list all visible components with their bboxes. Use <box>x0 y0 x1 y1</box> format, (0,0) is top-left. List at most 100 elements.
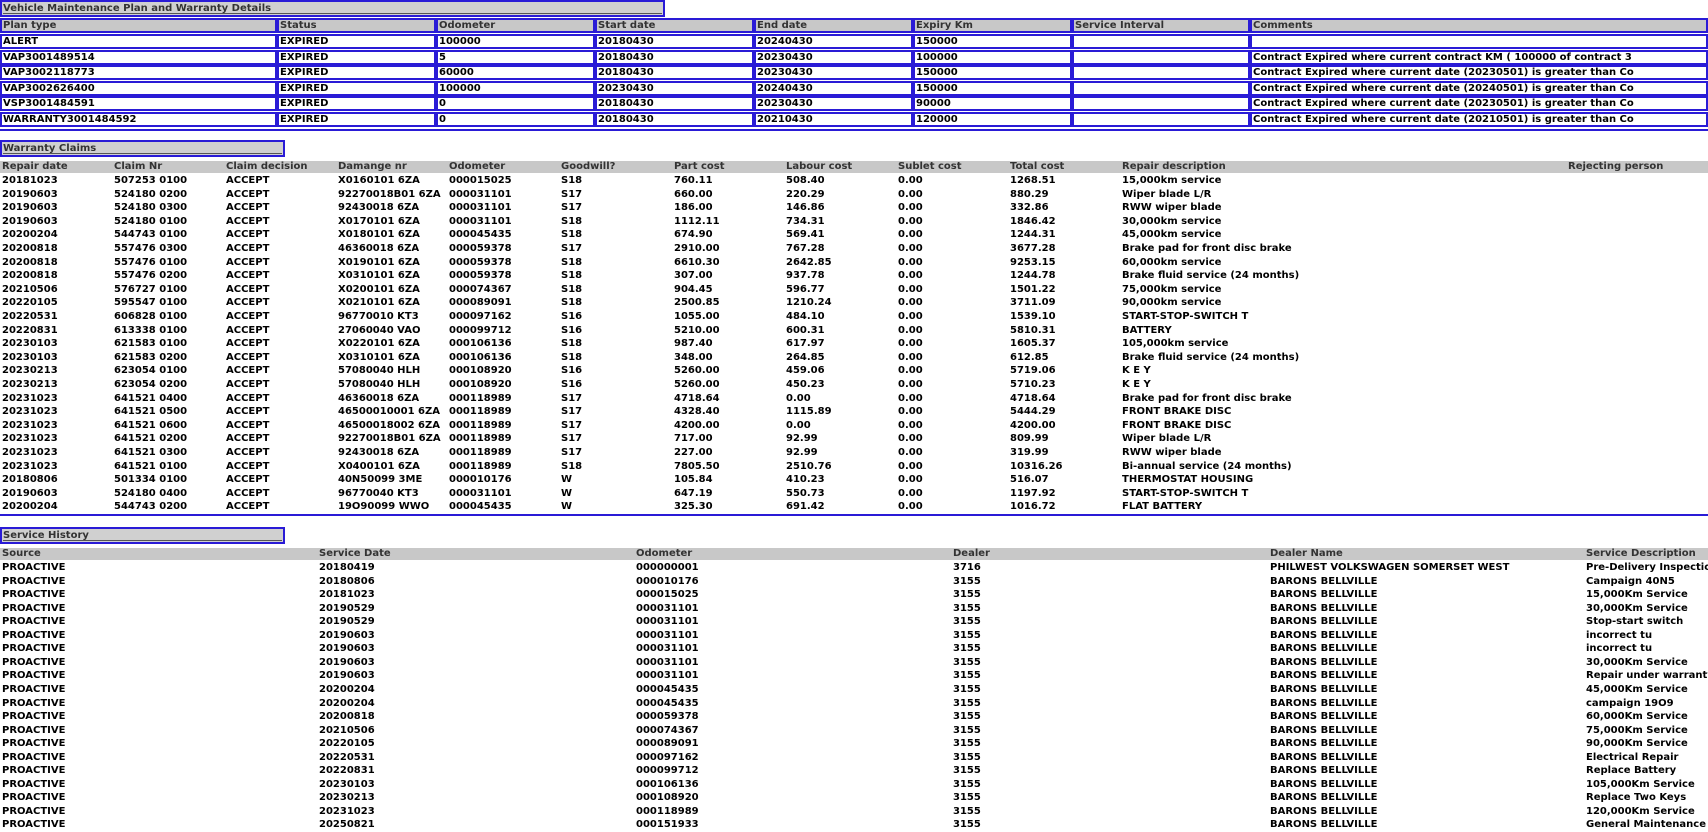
claims-row: 20210506 576727 0100 ACCEPT X0200101 6ZA 000… <box>0 283 1708 296</box>
claims-cell: S17 <box>561 406 583 418</box>
claims-cell: 46360018 6ZA <box>338 243 420 254</box>
plan-header-4: End date <box>754 18 913 33</box>
claims-cell: 3711.09 <box>1010 297 1056 309</box>
claims-cell: 508.40 <box>786 175 825 186</box>
claims-cell: 000118989 <box>449 392 512 404</box>
plan-cell: 20230430 <box>754 65 913 81</box>
history-cell: PROACTIVE <box>2 616 66 628</box>
claims-cell: 20231023 <box>2 406 58 418</box>
claims-cell: 606828 0100 <box>114 311 188 322</box>
claims-row: 20200818 557476 0200 ACCEPT X0310101 6ZA 000… <box>0 269 1708 282</box>
claims-cell: 0.00 <box>898 229 923 241</box>
history-cell: 3155 <box>953 724 981 736</box>
plan-cell: Contract Expired where current date (202… <box>1250 80 1708 96</box>
history-cell: 000010176 <box>636 575 699 587</box>
claims-cell: 809.99 <box>1010 433 1049 445</box>
history-row: PROACTIVE 20220831 000099712 3155 BARONS BEL… <box>0 764 1708 777</box>
claims-cell: 0.00 <box>898 270 923 282</box>
claims-cell: 6610.30 <box>674 256 720 268</box>
plan-cell: 20230430 <box>754 49 913 65</box>
claims-cell: W <box>561 501 573 513</box>
claims-row: 20231023 641521 0400 ACCEPT 46360018 6ZA 000… <box>0 392 1708 405</box>
claims-cell: 186.00 <box>674 202 713 214</box>
history-cell: BARONS BELLVILLE <box>1270 602 1378 614</box>
claims-cell: ACCEPT <box>226 324 270 336</box>
claims-cell: 5260.00 <box>674 379 720 390</box>
plan-cell: Contract Expired where current date (202… <box>1250 65 1708 81</box>
history-cell: 20230213 <box>319 792 375 804</box>
claims-cell: 550.73 <box>786 487 825 499</box>
claims-cell: 4200.00 <box>1010 419 1056 431</box>
plan-header-6: Service Interval <box>1072 18 1250 33</box>
claims-cell: 450.23 <box>786 379 825 390</box>
history-cell: 000089091 <box>636 738 699 750</box>
claims-cell: 484.10 <box>786 311 825 322</box>
claims-cell: 544743 0100 <box>114 229 188 241</box>
claims-cell: 20220831 <box>2 324 58 336</box>
claims-cell: 767.28 <box>786 243 825 254</box>
plan-cell <box>1072 49 1250 65</box>
plan-header-2: Odometer <box>436 18 595 33</box>
claims-cell: 000108920 <box>449 379 512 390</box>
history-cell: 3155 <box>953 616 981 628</box>
plan-cell: VAP3001489514 <box>0 49 277 65</box>
plan-cell: 20240430 <box>754 34 913 49</box>
plan-cell: Contract Expired where current date (202… <box>1250 112 1708 127</box>
claims-cell: S18 <box>561 270 583 282</box>
history-cell: PROACTIVE <box>2 697 66 709</box>
claims-cell: 20231023 <box>2 392 58 404</box>
claims-cell: S18 <box>561 460 583 472</box>
history-cell: Repair under warranty <box>1586 670 1708 682</box>
claims-header-11: Rejecting person <box>1568 161 1664 172</box>
claims-cell: FLAT BATTERY <box>1122 501 1203 513</box>
history-cell: 000031101 <box>636 629 699 641</box>
claims-row: 20180806 501334 0100 ACCEPT 40N50099 3ME 000… <box>0 473 1708 486</box>
claims-cell: 20190603 <box>2 188 58 200</box>
plan-cell: WARRANTY3001484592 <box>0 112 277 127</box>
history-cell: PROACTIVE <box>2 738 66 750</box>
claims-cell: 000059378 <box>449 243 512 254</box>
claims-cell: 0.00 <box>898 474 923 486</box>
claims-cell: X0310101 6ZA <box>338 270 420 282</box>
history-cell: PROACTIVE <box>2 819 66 831</box>
claims-cell: THERMOSTAT HOUSING <box>1122 474 1254 486</box>
claims-cell: X0190101 6ZA <box>338 256 420 268</box>
claims-cell: RWW wiper blade <box>1122 447 1222 458</box>
history-cell: 20200204 <box>319 697 375 709</box>
history-cell: PROACTIVE <box>2 602 66 614</box>
claims-cell: S18 <box>561 297 583 309</box>
history-cell: Stop-start switch <box>1586 616 1684 628</box>
claims-cell: ACCEPT <box>226 487 270 499</box>
history-cell: BARONS BELLVILLE <box>1270 711 1378 723</box>
history-cell: 3155 <box>953 683 981 695</box>
plan-cell: EXPIRED <box>277 112 436 127</box>
claims-cell: ACCEPT <box>226 202 270 214</box>
claims-cell: 60,000km service <box>1122 256 1222 268</box>
plan-cell: ALERT <box>0 34 277 49</box>
history-row: PROACTIVE 20190529 000031101 3155 BARONS BEL… <box>0 615 1708 628</box>
claims-header-10: Repair description <box>1122 161 1226 172</box>
history-cell: 3155 <box>953 819 981 831</box>
history-cell: PROACTIVE <box>2 643 66 655</box>
history-cell: incorrect tu <box>1586 629 1653 641</box>
claims-cell: 557476 0100 <box>114 256 188 268</box>
claims-cell: 0.00 <box>898 243 923 254</box>
claims-cell: ACCEPT <box>226 365 270 377</box>
claims-cell: 20190603 <box>2 215 58 227</box>
claims-cell: X0170101 6ZA <box>338 215 420 227</box>
history-cell: BARONS BELLVILLE <box>1270 697 1378 709</box>
history-cell: 000045435 <box>636 683 699 695</box>
history-cell: 20190529 <box>319 616 375 628</box>
history-header-0: Source <box>2 548 41 559</box>
claims-cell: 501334 0100 <box>114 474 188 486</box>
claims-cell: 1197.92 <box>1010 487 1056 499</box>
claims-cell: 4718.64 <box>1010 392 1056 404</box>
claims-cell: 1268.51 <box>1010 175 1056 186</box>
plan-cell: 100000 <box>436 80 595 96</box>
claims-cell: ACCEPT <box>226 229 270 241</box>
history-cell: 3716 <box>953 562 981 573</box>
claims-cell: 20181023 <box>2 175 58 186</box>
history-cell: incorrect tu <box>1586 643 1653 655</box>
plan-cell: 5 <box>436 49 595 65</box>
history-cell: 30,000Km Service <box>1586 602 1688 614</box>
